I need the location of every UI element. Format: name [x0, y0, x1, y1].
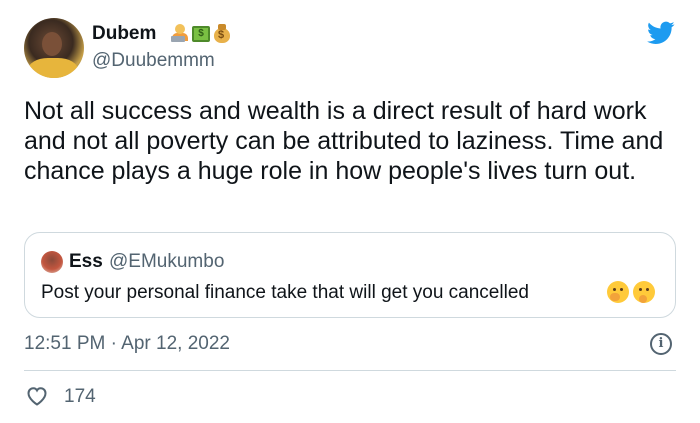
money-bag-emoji: $ [212, 23, 232, 43]
twitter-bird-icon[interactable] [645, 19, 677, 47]
quoted-tweet-text: Post your personal finance take that wil… [41, 282, 529, 303]
author-avatar[interactable] [24, 18, 84, 78]
author-handle[interactable]: @Duubemmm [92, 50, 215, 72]
heart-icon[interactable] [24, 384, 50, 408]
quoted-author-name: Ess [69, 251, 103, 272]
quoted-author-avatar[interactable] [41, 251, 63, 273]
quoted-author-handle: @EMukumbo [109, 251, 225, 272]
technologist-emoji [170, 23, 190, 43]
face-with-hand-over-mouth-emoji [607, 281, 629, 303]
avatar-face [42, 32, 62, 56]
divider [24, 370, 676, 371]
thinking-face-emoji [633, 281, 655, 303]
info-icon[interactable]: i [650, 333, 672, 355]
quoted-tweet-emojis [607, 281, 655, 303]
like-count: 174 [64, 386, 96, 407]
tweet-timestamp[interactable]: 12:51 PM · Apr 12, 2022 [24, 332, 230, 356]
tweet-text: Not all success and wealth is a direct r… [24, 97, 664, 185]
quoted-tweet-card[interactable]: Ess @EMukumbo Post your personal finance… [24, 232, 676, 318]
author-display-name[interactable]: Dubem [92, 22, 156, 46]
avatar-shirt [28, 58, 78, 78]
dollar-banknote-emoji: $ [192, 26, 210, 42]
name-emojis: $ $ [170, 23, 232, 43]
